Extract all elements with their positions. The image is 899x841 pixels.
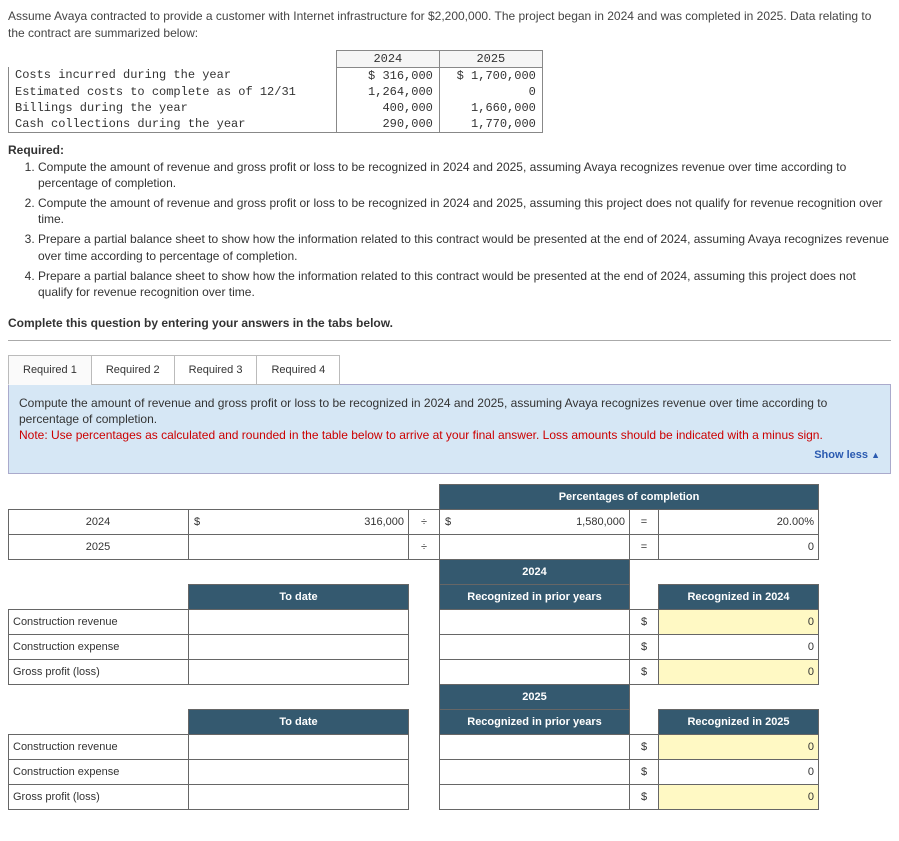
row-label: Billings during the year: [9, 100, 337, 116]
prior-years-2024-header: Recognized in prior years: [440, 584, 630, 609]
prior-exp-2025[interactable]: [440, 759, 630, 784]
requirement-item: Prepare a partial balance sheet to show …: [38, 268, 891, 300]
complete-instruction: Complete this question by entering your …: [8, 310, 891, 341]
chevron-up-icon: ▲: [871, 450, 880, 460]
prior-gp-2025[interactable]: [440, 784, 630, 809]
pct-output-2025[interactable]: 0: [659, 534, 819, 559]
todate-rev-2025[interactable]: [189, 734, 409, 759]
year-label-2024: 2024: [9, 509, 189, 534]
row-label: Costs incurred during the year: [9, 67, 337, 84]
todate-gp-2025[interactable]: [189, 784, 409, 809]
row-label: Cash collections during the year: [9, 116, 337, 133]
line-label: Construction expense: [9, 634, 189, 659]
tab-required-2[interactable]: Required 2: [91, 355, 175, 385]
rec-gp-2025[interactable]: 0: [659, 784, 819, 809]
line-label: Construction revenue: [9, 609, 189, 634]
total-value: 1,580,000: [576, 516, 625, 528]
required-heading: Required:: [8, 143, 891, 157]
rec-rev-2024[interactable]: 0: [659, 609, 819, 634]
pct-header: Percentages of completion: [440, 484, 819, 509]
prior-rev-2025[interactable]: [440, 734, 630, 759]
instruction-text: Compute the amount of revenue and gross …: [19, 396, 827, 426]
tab-instructions: Compute the amount of revenue and gross …: [8, 384, 891, 473]
cell: 1,660,000: [439, 100, 542, 116]
requirement-item: Prepare a partial balance sheet to show …: [38, 231, 891, 263]
cell: 1,770,000: [439, 116, 542, 133]
cell: 0: [439, 84, 542, 100]
tab-bar: Required 1 Required 2 Required 3 Require…: [8, 355, 891, 385]
cost-input-2024[interactable]: $ 316,000: [189, 509, 409, 534]
prior-years-2025-header: Recognized in prior years: [440, 709, 630, 734]
section-2025-header: 2025: [440, 684, 630, 709]
todate-exp-2024[interactable]: [189, 634, 409, 659]
dollar-sign: $: [630, 784, 659, 809]
dollar-sign: $: [194, 516, 200, 528]
dollar-sign: $: [630, 734, 659, 759]
given-data-table: 2024 2025 Costs incurred during the year…: [8, 50, 543, 133]
requirements-list: Compute the amount of revenue and gross …: [38, 159, 891, 301]
prior-exp-2024[interactable]: [440, 634, 630, 659]
divide-symbol: ÷: [409, 509, 440, 534]
total-cost-input-2024[interactable]: $ 1,580,000: [440, 509, 630, 534]
cost-value: 316,000: [364, 516, 404, 528]
year-label-2025: 2025: [9, 534, 189, 559]
cell: $ 1,700,000: [439, 67, 542, 84]
equals-sign: =: [630, 509, 659, 534]
dollar-sign: $: [630, 634, 659, 659]
line-label: Gross profit (loss): [9, 784, 189, 809]
line-label: Construction revenue: [9, 734, 189, 759]
dollar-sign: $: [630, 759, 659, 784]
dollar-sign: $: [445, 516, 451, 528]
answer-table: Percentages of completion 2024 $ 316,000…: [8, 484, 819, 810]
rec-exp-2024[interactable]: 0: [659, 634, 819, 659]
col-2024: 2024: [336, 50, 439, 67]
pct-output-2024[interactable]: 20.00%: [659, 509, 819, 534]
prior-rev-2024[interactable]: [440, 609, 630, 634]
show-less-toggle[interactable]: Show less ▲: [19, 448, 880, 463]
equals-sign: =: [630, 534, 659, 559]
cell: $ 316,000: [336, 67, 439, 84]
requirement-item: Compute the amount of revenue and gross …: [38, 159, 891, 191]
cost-input-2025[interactable]: [189, 534, 409, 559]
instruction-note: Note: Use percentages as calculated and …: [19, 428, 823, 442]
requirement-item: Compute the amount of revenue and gross …: [38, 195, 891, 227]
rec-rev-2025[interactable]: 0: [659, 734, 819, 759]
todate-exp-2025[interactable]: [189, 759, 409, 784]
recognized-2025-header: Recognized in 2025: [659, 709, 819, 734]
prior-gp-2024[interactable]: [440, 659, 630, 684]
rec-gp-2024[interactable]: 0: [659, 659, 819, 684]
recognized-2024-header: Recognized in 2024: [659, 584, 819, 609]
dollar-sign: $: [630, 659, 659, 684]
line-label: Construction expense: [9, 759, 189, 784]
to-date-header: To date: [189, 709, 409, 734]
dollar-sign: $: [630, 609, 659, 634]
tab-required-4[interactable]: Required 4: [256, 355, 340, 385]
todate-rev-2024[interactable]: [189, 609, 409, 634]
section-2024-header: 2024: [440, 559, 630, 584]
to-date-header: To date: [189, 584, 409, 609]
line-label: Gross profit (loss): [9, 659, 189, 684]
divide-symbol: ÷: [409, 534, 440, 559]
tab-required-3[interactable]: Required 3: [174, 355, 258, 385]
cell: 1,264,000: [336, 84, 439, 100]
row-label: Estimated costs to complete as of 12/31: [9, 84, 337, 100]
cell: 400,000: [336, 100, 439, 116]
cell: 290,000: [336, 116, 439, 133]
problem-intro: Assume Avaya contracted to provide a cus…: [8, 8, 891, 42]
todate-gp-2024[interactable]: [189, 659, 409, 684]
tab-required-1[interactable]: Required 1: [8, 355, 92, 385]
total-cost-input-2025[interactable]: [440, 534, 630, 559]
rec-exp-2025[interactable]: 0: [659, 759, 819, 784]
col-2025: 2025: [439, 50, 542, 67]
show-less-label: Show less: [814, 449, 868, 461]
